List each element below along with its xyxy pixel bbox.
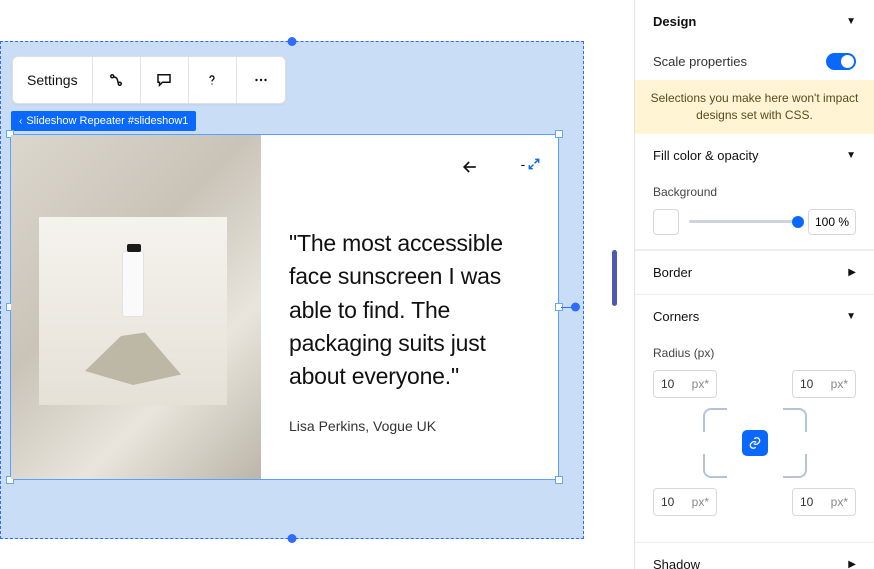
border-section-title: Border	[653, 265, 692, 280]
link-icon	[748, 436, 762, 450]
shadow-section-title: Shadow	[653, 557, 700, 569]
caret-right-icon: ▶	[848, 267, 856, 278]
expand-icon	[527, 157, 541, 171]
radius-br-value: 10	[800, 495, 813, 509]
corner-preview-tr	[783, 408, 807, 432]
radius-unit: px*	[692, 377, 709, 391]
radius-br-input[interactable]: 10 px*	[792, 488, 856, 516]
opacity-slider-knob[interactable]	[792, 216, 804, 228]
product-thumbnail	[39, 217, 227, 405]
slide-author: Lisa Perkins, Vogue UK	[289, 418, 534, 434]
background-label: Background	[653, 185, 856, 199]
corner-preview-tl	[703, 408, 727, 432]
caret-down-icon: ▼	[846, 150, 856, 161]
more-icon-button[interactable]	[237, 57, 285, 103]
radius-tl-value: 10	[661, 377, 674, 391]
shadow-section-header[interactable]: Shadow ▶	[635, 542, 874, 569]
help-icon	[204, 72, 220, 88]
radius-unit: px*	[831, 495, 848, 509]
editor-canvas[interactable]: Settings ‹ Slideshow Repeater #slideshow…	[0, 0, 620, 569]
corner-preview	[703, 408, 807, 478]
canvas-scrollbar[interactable]	[612, 250, 617, 306]
slide-content: - "The most accessible face sunscreen I …	[11, 135, 558, 479]
radius-tl-input[interactable]: 10 px*	[653, 370, 717, 398]
chevron-left-icon: ‹	[19, 116, 22, 127]
help-icon-button[interactable]	[189, 57, 237, 103]
opacity-unit: %	[838, 215, 849, 229]
product-tube-graphic	[122, 251, 144, 317]
scale-properties-toggle[interactable]	[826, 53, 856, 70]
animation-icon-button[interactable]	[93, 57, 141, 103]
scale-properties-label: Scale properties	[653, 54, 747, 69]
radius-tr-input[interactable]: 10 px*	[792, 370, 856, 398]
settings-button[interactable]: Settings	[13, 57, 93, 103]
corners-link-toggle[interactable]	[742, 430, 768, 456]
radius-bl-input[interactable]: 10 px*	[653, 488, 717, 516]
arrow-left-icon	[460, 157, 480, 177]
radius-unit: px*	[831, 377, 848, 391]
radius-bl-value: 10	[661, 495, 674, 509]
corners-controls: Radius (px) 10 px* 10 px* 10 px*	[635, 338, 874, 542]
more-icon	[252, 71, 270, 89]
back-arrow-button[interactable]	[460, 157, 480, 177]
slide-text-area: - "The most accessible face sunscreen I …	[261, 135, 558, 479]
border-section-header[interactable]: Border ▶	[635, 250, 874, 294]
design-section-title: Design	[653, 14, 696, 29]
expand-prefix: -	[521, 156, 526, 172]
background-controls: Background 100 %	[635, 177, 874, 250]
corner-preview-bl	[703, 454, 727, 478]
slide-image-area	[11, 135, 261, 479]
opacity-input[interactable]: 100 %	[808, 209, 856, 235]
design-section-header[interactable]: Design ▼	[635, 0, 874, 43]
corners-section-title: Corners	[653, 309, 699, 324]
product-rock-graphic	[73, 315, 193, 385]
rotation-handle[interactable]	[571, 303, 580, 312]
design-panel: Design ▼ Scale properties Selections you…	[634, 0, 874, 569]
caret-right-icon: ▶	[848, 559, 856, 569]
caret-down-icon: ▼	[846, 311, 856, 322]
animation-icon	[107, 71, 125, 89]
corners-section-header[interactable]: Corners ▼	[635, 294, 874, 338]
caret-down-icon: ▼	[846, 16, 856, 27]
fill-section-title: Fill color & opacity	[653, 148, 758, 163]
canvas-decoration	[0, 0, 620, 40]
opacity-value: 100	[815, 215, 835, 229]
css-notice: Selections you make here won't impact de…	[635, 80, 874, 134]
floating-toolbar: Settings	[12, 56, 286, 104]
comment-icon-button[interactable]	[141, 57, 189, 103]
corner-preview-br	[783, 454, 807, 478]
radius-unit: px*	[692, 495, 709, 509]
radius-label: Radius (px)	[653, 346, 856, 360]
selection-chip[interactable]: ‹ Slideshow Repeater #slideshow1	[11, 111, 196, 131]
radius-tr-value: 10	[800, 377, 813, 391]
background-color-swatch[interactable]	[653, 209, 679, 235]
expand-button[interactable]: -	[518, 151, 544, 177]
slide-quote: "The most accessible face sunscreen I wa…	[289, 227, 534, 394]
selection-chip-label: Slideshow Repeater #slideshow1	[26, 115, 188, 127]
comment-icon	[155, 71, 173, 89]
opacity-slider[interactable]	[689, 220, 798, 223]
selection-frame-inner[interactable]: - "The most accessible face sunscreen I …	[10, 134, 559, 480]
scale-properties-row: Scale properties	[635, 43, 874, 80]
fill-section-header[interactable]: Fill color & opacity ▼	[635, 134, 874, 177]
